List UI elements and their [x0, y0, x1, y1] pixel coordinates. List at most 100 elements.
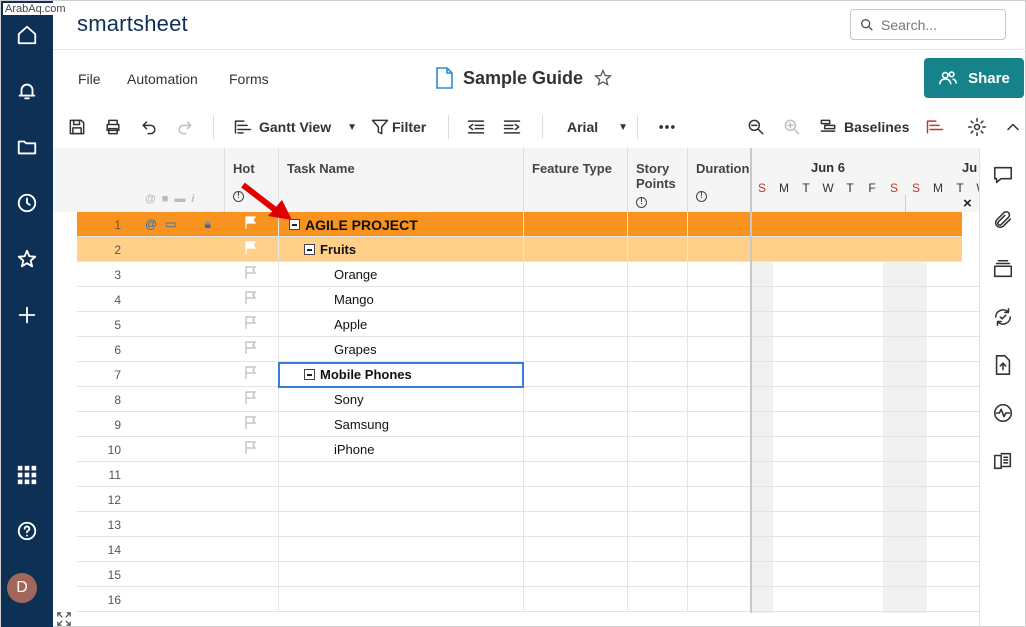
menu-forms[interactable]: Forms — [229, 71, 269, 87]
row-number[interactable]: 9 — [77, 418, 121, 432]
attachment-indicator-icon[interactable]: @ — [145, 217, 157, 232]
menu-automation[interactable]: Automation — [127, 71, 198, 87]
task-name-cell[interactable]: Sony — [279, 387, 524, 412]
feature-type-cell[interactable] — [524, 237, 628, 262]
column-header-task-name[interactable]: Task Name — [279, 148, 524, 212]
duration-cell[interactable] — [688, 287, 751, 312]
row-number[interactable]: 1 — [77, 218, 121, 232]
redo-icon[interactable] — [175, 115, 195, 139]
hot-flag-cell[interactable] — [225, 462, 279, 487]
feature-type-cell[interactable] — [524, 262, 628, 287]
row-number[interactable]: 10 — [77, 443, 121, 457]
column-header-duration[interactable]: Duration ! — [688, 148, 752, 212]
story-points-cell[interactable] — [628, 362, 688, 387]
table-row[interactable]: 14 — [77, 537, 979, 562]
lock-icon[interactable]: 🔒︎ — [205, 217, 211, 232]
undo-icon[interactable] — [139, 115, 159, 139]
feature-type-cell[interactable] — [524, 487, 628, 512]
story-points-cell[interactable] — [628, 487, 688, 512]
hot-flag-cell[interactable] — [225, 587, 279, 612]
task-name-cell[interactable] — [279, 537, 524, 562]
duration-cell[interactable] — [688, 562, 751, 587]
hot-flag-cell[interactable] — [225, 262, 279, 287]
duration-cell[interactable] — [688, 587, 751, 612]
feature-type-cell[interactable] — [524, 212, 628, 237]
table-row[interactable]: 3 Orange — [77, 262, 979, 287]
selected-cell[interactable] — [278, 362, 524, 388]
share-button[interactable]: Share — [924, 58, 1024, 98]
duration-cell[interactable] — [688, 462, 751, 487]
table-row[interactable]: 2 Fruits — [77, 237, 962, 262]
row-number[interactable]: 7 — [77, 368, 121, 382]
table-row[interactable]: 16 — [77, 587, 979, 612]
search-input[interactable] — [881, 16, 1001, 33]
comment-indicator-icon[interactable]: ▭ — [165, 217, 176, 232]
table-row[interactable]: 8 Sony — [77, 387, 979, 412]
update-requests-icon[interactable] — [992, 306, 1016, 330]
table-row[interactable]: 10 iPhone — [77, 437, 979, 462]
row-number[interactable]: 12 — [77, 493, 121, 507]
recents-clock-icon[interactable] — [9, 185, 45, 221]
settings-gear-icon[interactable] — [967, 115, 987, 139]
row-number[interactable]: 3 — [77, 268, 121, 282]
browse-folder-icon[interactable] — [9, 129, 45, 165]
task-name-cell[interactable] — [279, 562, 524, 587]
row-number[interactable]: 5 — [77, 318, 121, 332]
feature-type-cell[interactable] — [524, 562, 628, 587]
column-header-feature-type[interactable]: Feature Type — [524, 148, 628, 212]
conversations-icon[interactable] — [992, 164, 1016, 188]
story-points-cell[interactable] — [628, 312, 688, 337]
hot-flag-cell[interactable] — [225, 437, 279, 462]
row-number[interactable]: 2 — [77, 243, 121, 257]
task-name-cell[interactable]: AGILE PROJECT — [279, 212, 524, 237]
row-number[interactable]: 13 — [77, 518, 121, 532]
baselines-button[interactable]: Baselines — [818, 115, 909, 139]
task-name-cell[interactable]: Mango — [279, 287, 524, 312]
task-name-cell[interactable]: Orange — [279, 262, 524, 287]
flag-icon[interactable] — [245, 416, 257, 430]
zoom-out-icon[interactable] — [746, 115, 766, 139]
duration-cell[interactable] — [688, 537, 751, 562]
row-number[interactable]: 11 — [77, 468, 121, 482]
table-row[interactable]: 1 @ ▭ 🔒︎ AGILE PROJECT — [77, 212, 962, 237]
hot-flag-cell[interactable] — [225, 237, 279, 262]
more-options-icon[interactable] — [657, 115, 677, 139]
flag-icon[interactable] — [245, 341, 257, 355]
story-points-cell[interactable] — [628, 262, 688, 287]
row-number[interactable]: 14 — [77, 543, 121, 557]
table-row[interactable]: 12 — [77, 487, 979, 512]
close-gantt-icon[interactable]: × — [963, 195, 972, 212]
hot-flag-cell[interactable] — [225, 287, 279, 312]
table-row[interactable]: 11 — [77, 462, 979, 487]
feature-type-cell[interactable] — [524, 337, 628, 362]
row-number[interactable]: 4 — [77, 293, 121, 307]
feature-type-cell[interactable] — [524, 537, 628, 562]
favorites-star-icon[interactable] — [9, 241, 45, 277]
task-name-cell[interactable] — [279, 462, 524, 487]
duration-cell[interactable] — [688, 512, 751, 537]
gantt-splitter[interactable] — [750, 148, 752, 613]
feature-type-cell[interactable] — [524, 512, 628, 537]
fullscreen-icon[interactable] — [57, 612, 73, 627]
task-name-cell[interactable]: Grapes — [279, 337, 524, 362]
row-number[interactable]: 15 — [77, 568, 121, 582]
create-plus-icon[interactable] — [9, 297, 45, 333]
feature-type-cell[interactable] — [524, 412, 628, 437]
hot-flag-cell[interactable] — [225, 562, 279, 587]
task-name-cell[interactable] — [279, 512, 524, 537]
hot-flag-cell[interactable] — [225, 537, 279, 562]
feature-type-cell[interactable] — [524, 362, 628, 387]
story-points-cell[interactable] — [628, 537, 688, 562]
flag-icon[interactable] — [245, 316, 257, 330]
story-points-cell[interactable] — [628, 437, 688, 462]
duration-cell[interactable] — [688, 362, 751, 387]
story-points-cell[interactable] — [628, 237, 688, 262]
publish-icon[interactable] — [992, 354, 1016, 378]
duration-cell[interactable] — [688, 212, 751, 237]
row-number[interactable]: 6 — [77, 343, 121, 357]
notifications-bell-icon[interactable] — [9, 73, 45, 109]
story-points-cell[interactable] — [628, 412, 688, 437]
feature-type-cell[interactable] — [524, 387, 628, 412]
zoom-in-icon[interactable] — [782, 115, 802, 139]
search-box[interactable] — [850, 9, 1006, 40]
